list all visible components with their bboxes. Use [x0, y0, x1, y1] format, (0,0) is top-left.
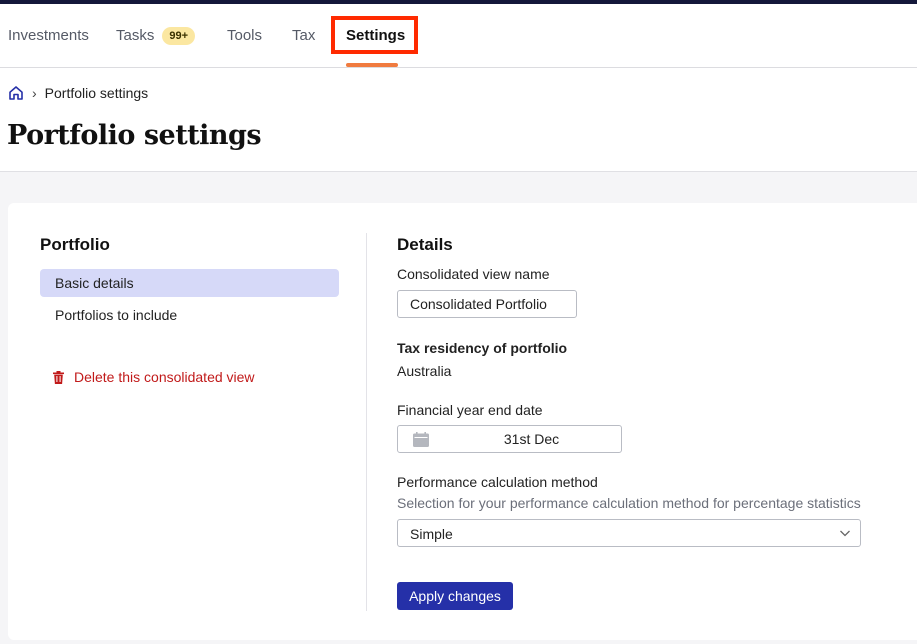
- perf-method-value: Simple: [410, 526, 453, 542]
- fy-end-label: Financial year end date: [397, 402, 543, 418]
- tab-label: Tax: [292, 27, 316, 44]
- breadcrumb: › Portfolio settings: [8, 85, 148, 101]
- sidebar-item-label: Basic details: [55, 275, 134, 291]
- perf-method-help: Selection for your performance calculati…: [397, 495, 861, 511]
- perf-method-select[interactable]: Simple: [397, 519, 861, 547]
- tasks-count-badge: 99+: [162, 26, 196, 45]
- active-tab-underline: [346, 63, 398, 67]
- view-name-input[interactable]: [397, 290, 577, 318]
- tab-tasks[interactable]: Tasks 99+: [116, 4, 196, 67]
- breadcrumb-current: Portfolio settings: [44, 85, 149, 101]
- tax-residency-value: Australia: [397, 363, 452, 379]
- chevron-right-icon: ›: [32, 85, 37, 101]
- tax-residency-label: Tax residency of portfolio: [397, 340, 568, 356]
- main-nav: Investments Tasks 99+ Tools Tax Settings: [0, 4, 917, 68]
- sidebar-item-label: Portfolios to include: [55, 307, 178, 323]
- sidebar-item-basic-details[interactable]: Basic details: [40, 269, 339, 297]
- settings-highlight-box: [331, 16, 418, 54]
- apply-changes-button[interactable]: Apply changes: [397, 582, 513, 610]
- page-header: › Portfolio settings Portfolio settings: [0, 68, 917, 172]
- tab-label: Tasks: [116, 27, 155, 44]
- tab-label: Investments: [8, 27, 89, 44]
- view-name-label: Consolidated view name: [397, 266, 550, 282]
- delete-consolidated-view-link[interactable]: Delete this consolidated view: [53, 369, 255, 385]
- tab-label: Tools: [227, 27, 263, 44]
- tab-tools[interactable]: Tools: [227, 4, 262, 67]
- fy-end-date-value: 31st Dec: [503, 431, 560, 447]
- fy-end-date-picker[interactable]: 31st Dec: [397, 425, 622, 453]
- tab-investments[interactable]: Investments: [8, 4, 89, 67]
- details-title: Details: [397, 235, 453, 254]
- page-title: Portfolio settings: [7, 120, 262, 151]
- sidebar-title: Portfolio: [40, 235, 110, 254]
- section-divider: [366, 233, 367, 611]
- settings-card: Portfolio Basic details Portfolios to in…: [8, 203, 917, 640]
- home-icon[interactable]: [8, 85, 24, 101]
- perf-method-label: Performance calculation method: [397, 474, 598, 490]
- delete-label: Delete this consolidated view: [74, 369, 255, 385]
- trash-icon: [53, 370, 64, 384]
- tab-tax[interactable]: Tax: [292, 4, 315, 67]
- chevron-down-icon: [840, 530, 850, 537]
- sidebar-item-portfolios-to-include[interactable]: Portfolios to include: [40, 301, 339, 329]
